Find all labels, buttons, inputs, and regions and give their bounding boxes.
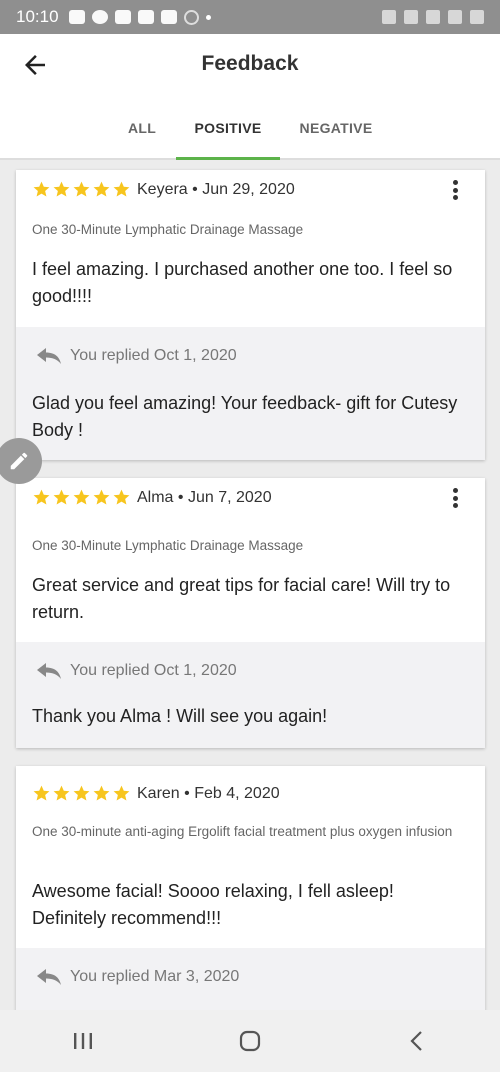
- mute-icon: [382, 10, 396, 24]
- alert-notification-icon: [91, 10, 108, 24]
- review-card: Karen • Feb 4, 2020 One 30-minute anti-a…: [16, 766, 485, 1010]
- status-time: 10:10: [16, 7, 59, 26]
- star-icon: [33, 489, 50, 505]
- more-options-button[interactable]: [445, 486, 465, 510]
- star-rating: [32, 488, 131, 507]
- reply-icon: [37, 969, 61, 985]
- star-icon: [93, 489, 110, 505]
- app-notification-icon: [160, 10, 177, 24]
- reply-header: You replied Oct 1, 2020: [36, 662, 237, 680]
- reply-date: You replied Oct 1, 2020: [70, 662, 237, 679]
- reply-header: You replied Oct 1, 2020: [36, 347, 237, 365]
- star-icon: [93, 785, 110, 801]
- reply-section: You replied Mar 3, 2020: [16, 948, 485, 1010]
- tab-negative[interactable]: NEGATIVE: [290, 108, 382, 160]
- review-card: Alma • Jun 7, 2020 One 30-Minute Lymphat…: [16, 478, 485, 748]
- more-options-button[interactable]: [445, 178, 465, 202]
- sync-notification-icon: [183, 9, 199, 25]
- review-date: Feb 4, 2020: [194, 785, 280, 802]
- star-icon: [53, 489, 70, 505]
- star-icon: [33, 181, 50, 197]
- wifi-icon: [426, 10, 440, 24]
- signal-icon: [448, 10, 462, 24]
- home-icon: [239, 1030, 261, 1052]
- star-icon: [73, 181, 90, 197]
- pencil-icon: [10, 452, 28, 470]
- reply-text: Glad you feel amazing! Your feedback- gi…: [32, 393, 458, 440]
- star-rating: [32, 180, 131, 199]
- review-author: Alma: [137, 489, 174, 506]
- review-list[interactable]: Keyera • Jun 29, 2020 One 30-Minute Lymp…: [0, 160, 500, 1010]
- review-text: Awesome facial! Soooo relaxing, I fell a…: [32, 881, 394, 928]
- separator-dot: •: [184, 785, 190, 802]
- reply-date: You replied Mar 3, 2020: [70, 968, 240, 985]
- star-icon: [53, 181, 70, 197]
- reply-section: You replied Oct 1, 2020 Glad you feel am…: [16, 327, 485, 460]
- youtube-notification-icon: [68, 10, 85, 24]
- reply-section: You replied Oct 1, 2020 Thank you Alma !…: [16, 642, 485, 748]
- star-icon: [113, 181, 130, 197]
- system-nav-bar: [0, 1010, 500, 1072]
- reply-date: You replied Oct 1, 2020: [70, 347, 237, 364]
- star-icon: [93, 181, 110, 197]
- star-icon: [53, 785, 70, 801]
- star-icon: [73, 785, 90, 801]
- tab-all[interactable]: ALL: [112, 108, 172, 160]
- review-meta: Keyera • Jun 29, 2020: [137, 181, 295, 199]
- review-date: Jun 7, 2020: [187, 489, 272, 506]
- back-nav-button[interactable]: [387, 1021, 447, 1061]
- app-header: Feedback ALL POSITIVE NEGATIVE: [0, 34, 500, 160]
- reply-icon: [37, 663, 61, 679]
- more-notifications-icon: [205, 14, 211, 20]
- star-icon: [113, 785, 130, 801]
- review-date: Jun 29, 2020: [202, 181, 295, 198]
- review-card: Keyera • Jun 29, 2020 One 30-Minute Lymp…: [16, 170, 485, 460]
- review-author: Karen: [137, 785, 180, 802]
- feedback-tabs: ALL POSITIVE NEGATIVE: [0, 108, 500, 160]
- separator-dot: •: [177, 489, 184, 506]
- tab-positive[interactable]: POSITIVE: [176, 108, 280, 160]
- review-meta: Alma • Jun 7, 2020: [137, 489, 272, 507]
- star-icon: [73, 489, 90, 505]
- separator-dot: •: [192, 181, 198, 198]
- service-name: One 30-Minute Lymphatic Drainage Massage: [32, 222, 304, 237]
- alarm-icon: [404, 10, 418, 24]
- service-name: One 30-Minute Lymphatic Drainage Massage: [32, 538, 304, 553]
- page-title: Feedback: [201, 52, 299, 75]
- chevron-left-icon: [410, 1031, 422, 1051]
- star-icon: [33, 785, 50, 801]
- reply-icon: [37, 348, 61, 364]
- app-notification-icon: [114, 10, 131, 24]
- review-text: Great service and great tips for facial …: [32, 575, 451, 622]
- home-button[interactable]: [220, 1021, 280, 1061]
- reply-header: You replied Mar 3, 2020: [36, 968, 239, 986]
- review-text: I feel amazing. I purchased another one …: [32, 259, 453, 306]
- recent-apps-icon: [74, 1033, 93, 1049]
- app-notification-icon: [137, 10, 154, 24]
- service-name: One 30-minute anti-aging Ergolift facial…: [32, 824, 453, 839]
- review-author: Keyera: [137, 181, 188, 198]
- battery-icon: [470, 10, 484, 24]
- star-rating: [32, 784, 131, 803]
- status-bar: 10:10: [0, 0, 500, 34]
- star-icon: [113, 489, 130, 505]
- reply-text: Thank you Alma ! Will see you again!: [32, 706, 328, 726]
- recent-apps-button[interactable]: [53, 1021, 113, 1061]
- review-meta: Karen • Feb 4, 2020: [137, 785, 280, 803]
